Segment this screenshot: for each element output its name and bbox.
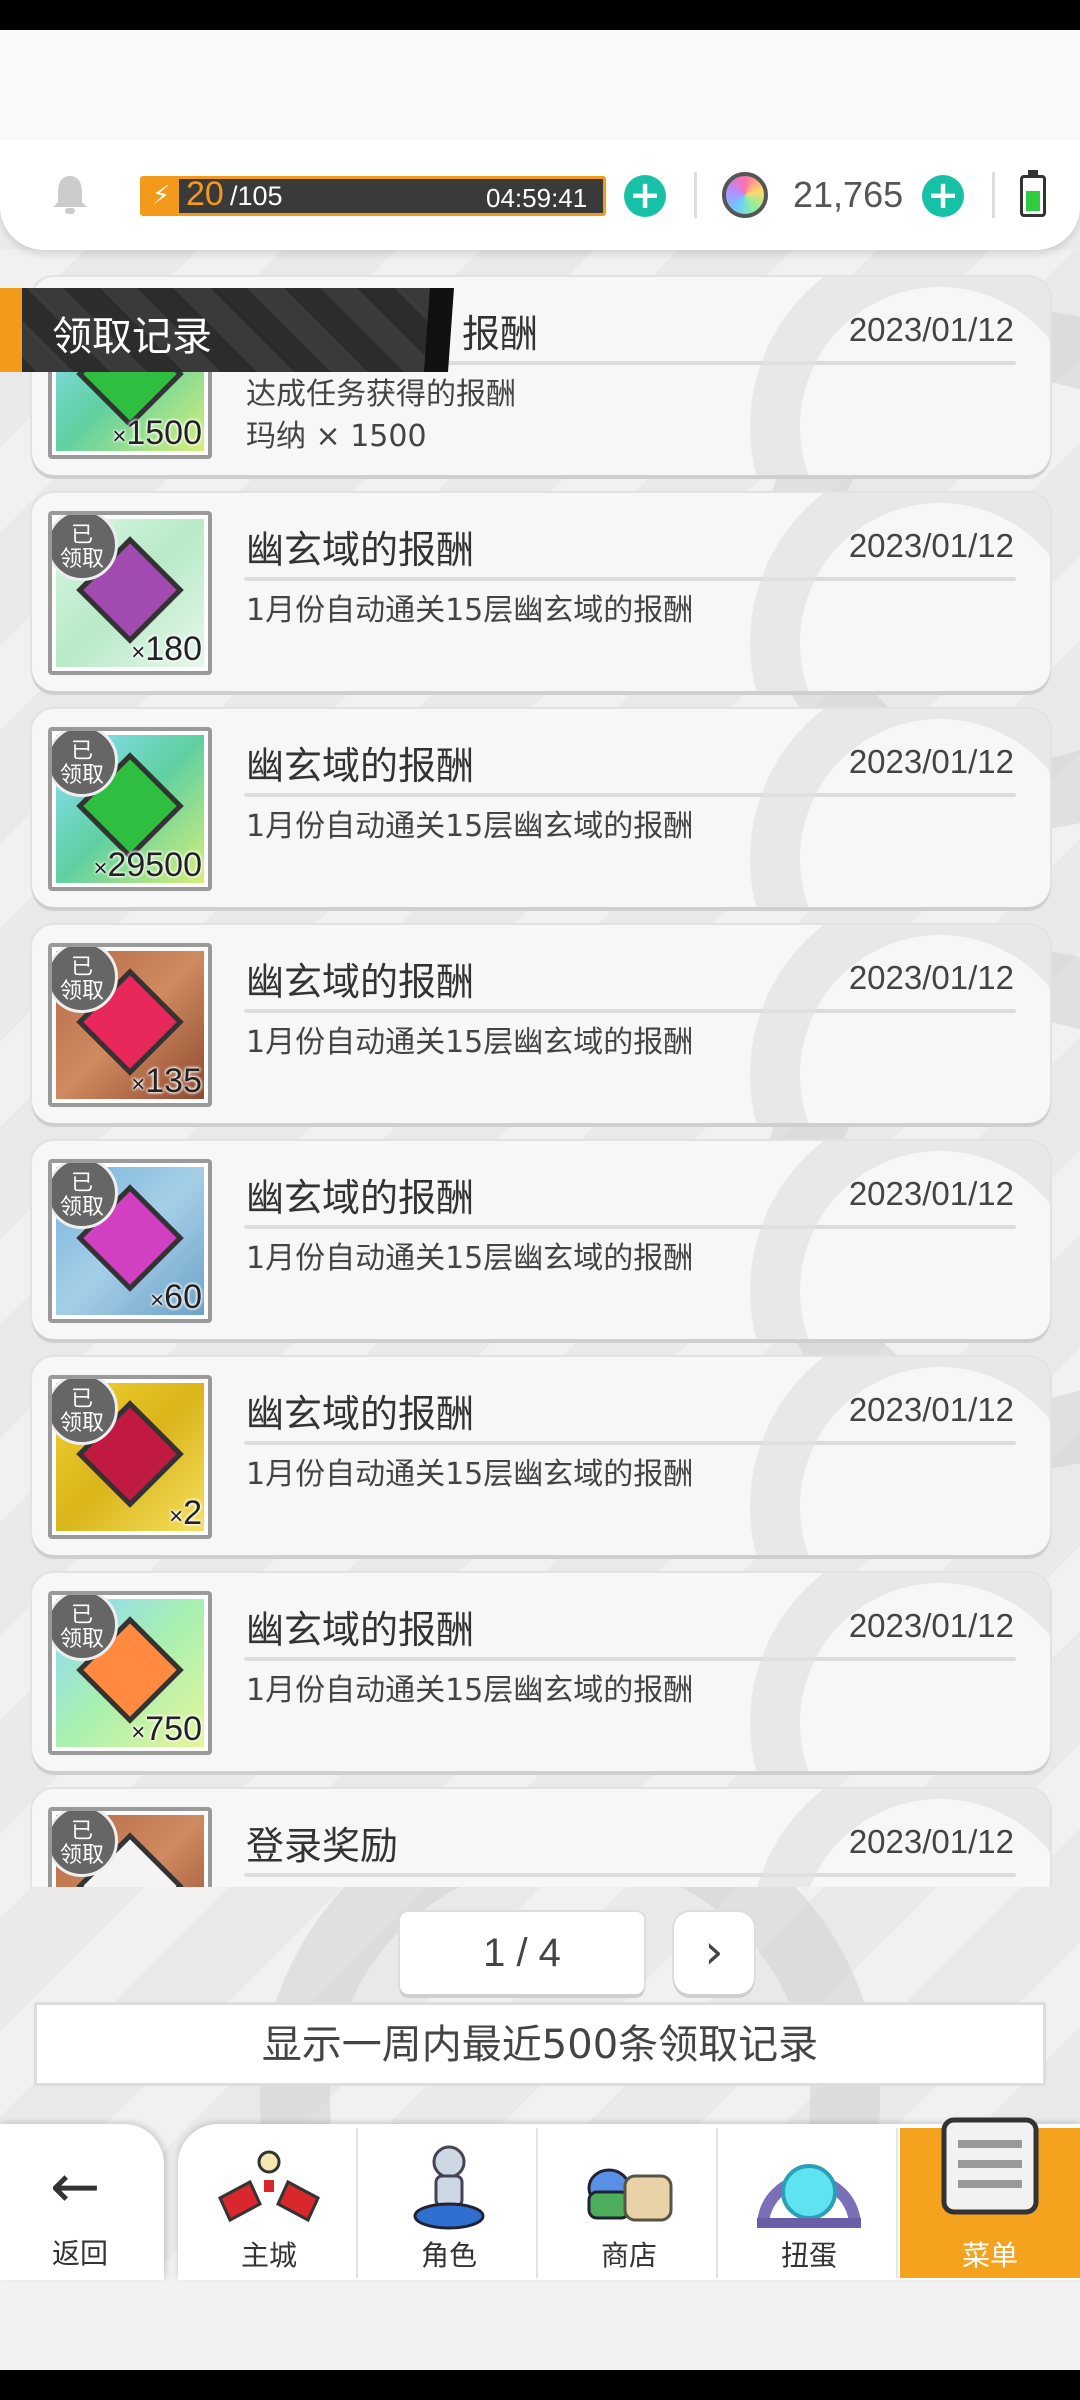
record-card[interactable]: ×60 已领取 幽玄域的报酬 2023/01/12 1月份自动通关15层幽玄域的… — [32, 1141, 1050, 1339]
record-description: 1月份自动通关15层幽玄域的报酬 — [246, 1670, 693, 1712]
nav-label: 商店 — [600, 2239, 657, 2272]
back-arrow-icon: ← — [50, 2152, 101, 2222]
record-title: 幽玄域的报酬 — [246, 1176, 475, 1220]
record-date: 2023/01/12 — [848, 1175, 1014, 1212]
record-desc-line: 1月份自动通关15层幽玄域的报酬 — [246, 1025, 694, 1060]
record-desc-line: 玛纳 × 1500 — [246, 419, 427, 454]
add-stamina-button[interactable]: + — [624, 175, 666, 217]
record-card[interactable]: ×180 已领取 幽玄域的报酬 2023/01/12 1月份自动通关15层幽玄域… — [32, 493, 1050, 691]
record-title: 幽玄域的报酬 — [246, 960, 475, 1004]
bottom-background — [0, 2280, 1080, 2370]
shop-bag-icon — [587, 2168, 673, 2222]
reward-thumbnail: 已领取 — [48, 1807, 212, 1887]
system-nav-strip — [0, 2370, 1080, 2400]
record-date: 2023/01/12 — [848, 743, 1014, 780]
record-description: 1月份自动通关15层幽玄域的报酬 — [246, 590, 693, 632]
nav-label: 菜单 — [961, 2239, 1018, 2272]
divider — [244, 793, 1016, 797]
chevron-right-icon: › — [704, 1924, 724, 1980]
record-description: 1月份自动通关15层幽玄域的报酬 — [246, 1238, 693, 1280]
record-date: 2023/01/12 — [848, 1823, 1014, 1860]
gem-count: 21,765 — [793, 174, 904, 215]
nav-item-shop[interactable]: 商店 — [540, 2128, 718, 2278]
stamina-max: /105 — [230, 181, 283, 211]
system-status-strip — [0, 0, 1080, 30]
record-card[interactable]: ×29500 已领取 幽玄域的报酬 2023/01/12 1月份自动通关15层幽… — [32, 709, 1050, 907]
back-label: 返回 — [52, 2237, 109, 2270]
divider — [244, 1009, 1016, 1013]
menu-list-icon — [941, 2117, 1039, 2215]
reward-thumbnail: ×2 已领取 — [48, 1375, 212, 1539]
record-date: 2023/01/12 — [848, 527, 1014, 564]
reward-quantity: ×750 — [131, 1710, 202, 1748]
record-date: 2023/01/12 — [848, 959, 1014, 996]
reward-thumbnail: ×750 已领取 — [48, 1591, 212, 1755]
divider — [244, 1441, 1016, 1445]
lightning-icon: ⚡ — [143, 179, 179, 213]
notification-bell-icon[interactable] — [50, 172, 90, 216]
record-description: 达成任务获得的报酬 玛纳 × 1500 — [246, 374, 516, 458]
reward-thumbnail: ×60 已领取 — [48, 1159, 212, 1323]
stamina-current: 20 — [186, 175, 224, 213]
gem-currency-icon — [722, 172, 768, 218]
record-desc-line: 达成任务获得的报酬 — [246, 377, 516, 412]
nav-label: 扭蛋 — [780, 2239, 837, 2272]
record-title: 幽玄域的报酬 — [246, 528, 475, 572]
record-desc-line: 1月份自动通关15层幽玄域的报酬 — [246, 1673, 694, 1708]
main-city-icon — [218, 2150, 320, 2223]
divider — [244, 1873, 1016, 1877]
record-date: 2023/01/12 — [848, 311, 1014, 348]
banner-title: 领取记录 — [52, 314, 212, 360]
record-title: 幽玄域的报酬 — [246, 1392, 475, 1436]
divider — [244, 577, 1016, 581]
record-desc-line: 1月份自动通关15层幽玄域的报酬 — [246, 1457, 694, 1492]
record-card[interactable]: ×750 已领取 幽玄域的报酬 2023/01/12 1月份自动通关15层幽玄域… — [32, 1573, 1050, 1771]
battery-icon — [1020, 170, 1046, 217]
record-title: 幽玄域的报酬 — [246, 1608, 475, 1652]
nav-item-main-city[interactable]: 主城 — [180, 2128, 358, 2278]
record-card[interactable]: 已领取 登录奖励 2023/01/12 — [32, 1789, 1050, 1887]
record-description: 1月份自动通关15层幽玄域的报酬 — [246, 1454, 693, 1496]
record-description: 1月份自动通关15层幽玄域的报酬 — [246, 806, 693, 848]
nav-item-characters[interactable]: 角色 — [360, 2128, 538, 2278]
reward-thumbnail: ×135 已领取 — [48, 943, 212, 1107]
reward-quantity: ×29500 — [93, 846, 202, 884]
record-desc-line: 1月份自动通关15层幽玄域的报酬 — [246, 593, 694, 628]
nav-label: 角色 — [420, 2239, 477, 2272]
page-indicator: 1 / 4 — [400, 1912, 644, 1994]
record-desc-line: 1月份自动通关15层幽玄域的报酬 — [246, 1241, 694, 1276]
reward-quantity: ×1500 — [112, 414, 202, 452]
divider — [244, 1657, 1016, 1661]
records-notice: 显示一周内最近500条领取记录 — [34, 2002, 1046, 2086]
reward-quantity: ×2 — [169, 1494, 202, 1532]
gacha-portal-icon — [757, 2164, 861, 2228]
nav-label: 主城 — [240, 2239, 297, 2272]
reward-quantity: ×180 — [131, 630, 202, 668]
record-desc-line: 1月份自动通关15层幽玄域的报酬 — [246, 809, 694, 844]
reward-thumbnail: ×29500 已领取 — [48, 727, 212, 891]
divider — [244, 1225, 1016, 1229]
banner-accent — [0, 288, 22, 372]
next-page-button[interactable]: › — [674, 1912, 754, 1994]
stamina-timer: 04:59:41 — [486, 183, 588, 213]
record-card[interactable]: ×135 已领取 幽玄域的报酬 2023/01/12 1月份自动通关15层幽玄域… — [32, 925, 1050, 1123]
nav-item-menu[interactable]: 菜单 — [900, 2117, 1080, 2278]
reward-quantity: ×135 — [131, 1062, 202, 1100]
nav-item-gacha[interactable]: 扭蛋 — [720, 2128, 898, 2278]
record-title: 报酬 — [462, 312, 539, 356]
records-list[interactable]: ×1500 报酬 2023/01/12 达成任务获得的报酬 玛纳 × 1500 … — [0, 255, 1080, 1887]
record-description: 1月份自动通关15层幽玄域的报酬 — [246, 1022, 693, 1064]
divider — [694, 172, 697, 218]
record-title: 登录奖励 — [246, 1824, 399, 1868]
divider — [992, 172, 995, 218]
reward-thumbnail: ×180 已领取 — [48, 511, 212, 675]
record-date: 2023/01/12 — [848, 1607, 1014, 1644]
add-gems-button[interactable]: + — [922, 175, 964, 217]
record-title: 幽玄域的报酬 — [246, 744, 475, 788]
record-card[interactable]: ×2 已领取 幽玄域的报酬 2023/01/12 1月份自动通关15层幽玄域的报… — [32, 1357, 1050, 1555]
header-area — [0, 30, 1080, 150]
reward-quantity: ×60 — [150, 1278, 202, 1316]
record-date: 2023/01/12 — [848, 1391, 1014, 1428]
character-icon — [413, 2145, 485, 2230]
